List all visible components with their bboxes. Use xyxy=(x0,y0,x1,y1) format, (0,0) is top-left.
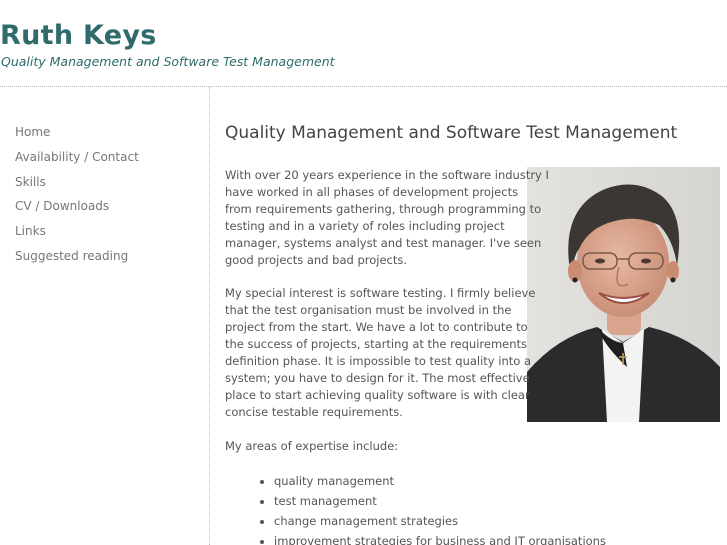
site-header: Ruth Keys Quality Management and Softwar… xyxy=(0,0,727,87)
testing-line: the success of projects, starting at the… xyxy=(225,337,528,351)
intro-line: With over 20 years experience in the sof… xyxy=(225,168,549,182)
testing-line: project from the start. We have a lot to… xyxy=(225,320,528,334)
intro-line: good projects and bad projects. xyxy=(225,253,408,267)
expertise-intro-text: My areas of expertise include: xyxy=(225,439,399,453)
nav-item-links[interactable]: Links xyxy=(15,224,139,249)
testing-line: My special interest is software testing.… xyxy=(225,286,536,300)
testing-line: that the test organisation must be invol… xyxy=(225,303,512,317)
testing-line: concise testable requirements. xyxy=(225,405,403,419)
portrait-photo xyxy=(527,167,720,422)
list-item: change management strategies xyxy=(274,513,606,533)
list-item: improvement strategies for business and … xyxy=(274,533,606,545)
nav-item-skills[interactable]: Skills xyxy=(15,175,139,200)
nav-item-suggested-reading[interactable]: Suggested reading xyxy=(15,249,139,274)
sidebar: Home Availability / Contact Skills CV / … xyxy=(0,87,210,545)
nav-item-cv-downloads[interactable]: CV / Downloads xyxy=(15,199,139,224)
nav-item-availability-contact[interactable]: Availability / Contact xyxy=(15,150,139,175)
portrait-illustration xyxy=(527,167,720,422)
intro-line: have worked in all phases of development… xyxy=(225,185,519,199)
site-tagline: Quality Management and Software Test Man… xyxy=(1,54,335,69)
intro-line: manager, systems analyst and test manage… xyxy=(225,236,542,250)
site-title[interactable]: Ruth Keys xyxy=(0,20,157,51)
expertise-list: quality management test management chang… xyxy=(257,473,606,545)
main-content: Quality Management and Software Test Man… xyxy=(225,87,720,545)
intro-line: testing and in a variety of roles includ… xyxy=(225,219,505,233)
page-title: Quality Management and Software Test Man… xyxy=(225,123,678,143)
list-item: test management xyxy=(274,493,606,513)
testing-paragraph: My special interest is software testing.… xyxy=(225,285,535,421)
testing-line: definition phase. It is impossible to te… xyxy=(225,354,532,368)
sidebar-nav: Home Availability / Contact Skills CV / … xyxy=(15,125,139,274)
expertise-intro: My areas of expertise include: xyxy=(225,438,398,455)
testing-line: system; you have to design for it. The m… xyxy=(225,371,530,385)
intro-line: from requirements gathering, through pro… xyxy=(225,202,542,216)
list-item: quality management xyxy=(274,473,606,493)
testing-line: place to start achieving quality softwar… xyxy=(225,388,530,402)
nav-item-home[interactable]: Home xyxy=(15,125,139,150)
intro-paragraph: With over 20 years experience in the sof… xyxy=(225,167,549,269)
